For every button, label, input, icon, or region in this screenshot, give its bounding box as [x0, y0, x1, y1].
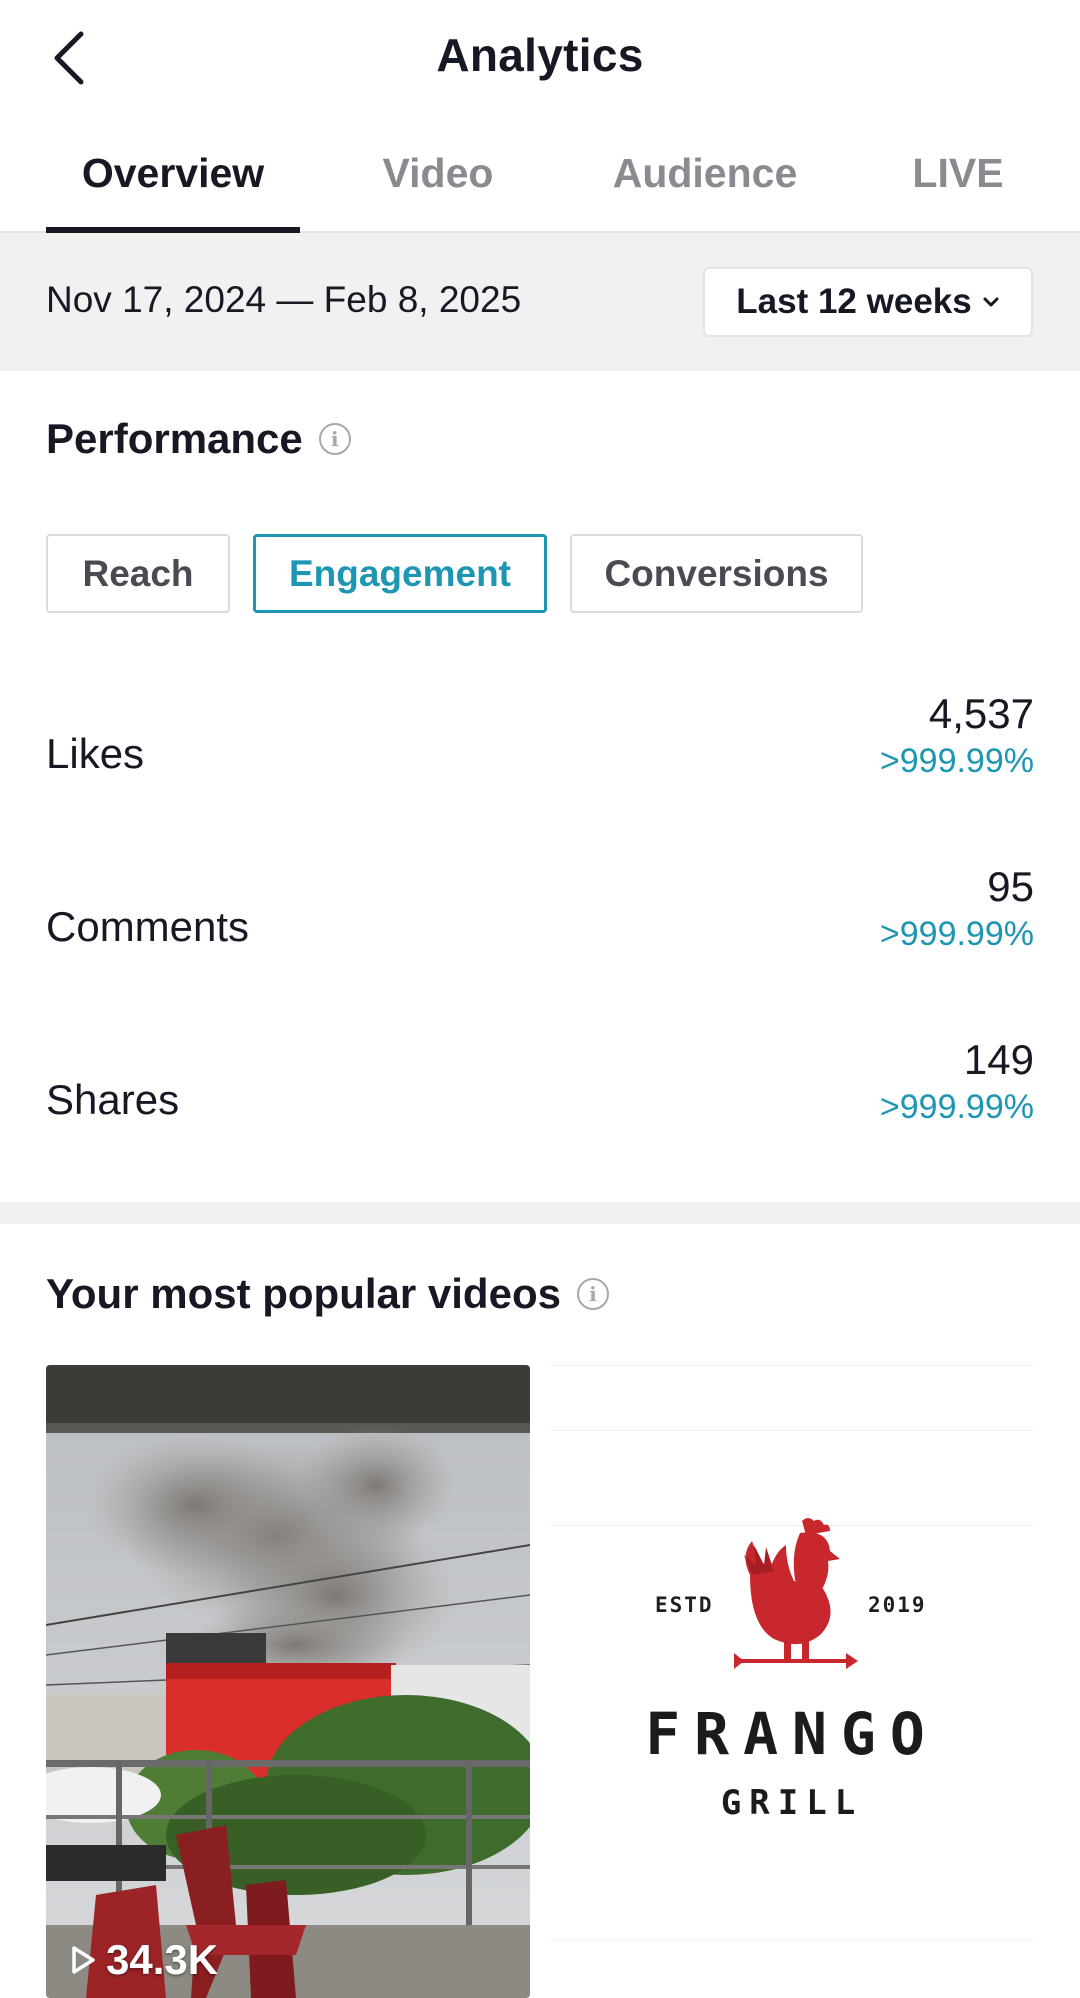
- period-dropdown-label: Last 12 weeks: [736, 282, 972, 321]
- divider: [550, 1365, 1034, 1366]
- metric-value: 149: [963, 1036, 1034, 1083]
- popular-videos-heading: Your most popular videos i: [46, 1270, 609, 1318]
- tab-audience[interactable]: Audience: [600, 150, 810, 231]
- metric-row-shares[interactable]: Shares 149 >999.99%: [46, 1036, 1034, 1156]
- top-bar: Analytics: [0, 0, 1080, 118]
- view-count-text: 34.3K: [106, 1936, 219, 1983]
- view-count: 34.3K: [70, 1936, 218, 1984]
- logo-brand-name: FRANGO: [645, 1700, 939, 1768]
- metric-label: Comments: [46, 903, 250, 950]
- tab-live[interactable]: LIVE: [900, 150, 1016, 231]
- tab-bar: Overview Video Audience LIVE: [0, 130, 1080, 233]
- performance-title: Performance: [46, 415, 303, 462]
- info-icon[interactable]: i: [576, 1278, 609, 1310]
- logo-year: 2019: [868, 1593, 927, 1617]
- period-dropdown[interactable]: Last 12 weeks: [703, 267, 1033, 337]
- metric-row-comments[interactable]: Comments 95 >999.99%: [46, 863, 1034, 983]
- info-icon[interactable]: i: [318, 423, 351, 455]
- logo-brand-sub: GRILL: [720, 1783, 864, 1823]
- segment-engagement[interactable]: Engagement: [253, 534, 547, 613]
- metric-value: 4,537: [928, 690, 1034, 737]
- date-range-text: Nov 17, 2024 — Feb 8, 2025: [46, 279, 522, 320]
- divider: [550, 1940, 1034, 1941]
- video-thumbnail[interactable]: ESTD 2019 FRANGO GRILL: [550, 1365, 1034, 1998]
- segment-reach[interactable]: Reach: [46, 534, 230, 613]
- divider: [550, 1430, 1034, 1431]
- segment-conversions[interactable]: Conversions: [570, 534, 863, 613]
- video-thumbnail[interactable]: 34.3K: [46, 1365, 530, 1998]
- metric-row-likes[interactable]: Likes 4,537 >999.99%: [46, 690, 1034, 810]
- metric-label: Shares: [46, 1076, 180, 1123]
- tab-overview[interactable]: Overview: [46, 150, 300, 233]
- metric-label: Likes: [46, 730, 145, 777]
- logo-estd: ESTD: [655, 1593, 714, 1617]
- page-title: Analytics: [436, 29, 644, 81]
- date-range-bar: Nov 17, 2024 — Feb 8, 2025 Last 12 weeks: [0, 233, 1080, 371]
- section-divider: [0, 1202, 1080, 1224]
- popular-videos-title: Your most popular videos: [46, 1270, 561, 1317]
- chevron-down-icon: [983, 297, 999, 307]
- tab-video[interactable]: Video: [362, 150, 514, 231]
- play-icon: [72, 1946, 95, 1974]
- rooster-icon: [734, 1518, 858, 1669]
- performance-heading: Performance i: [46, 415, 351, 463]
- video-thumbnail-image: [46, 1365, 530, 1998]
- frango-grill-logo: ESTD 2019 FRANGO GRILL: [550, 1365, 1034, 1998]
- metric-change: >999.99%: [879, 1088, 1034, 1126]
- metric-value: 95: [987, 863, 1034, 910]
- metric-change: >999.99%: [879, 915, 1034, 953]
- metric-change: >999.99%: [879, 742, 1034, 780]
